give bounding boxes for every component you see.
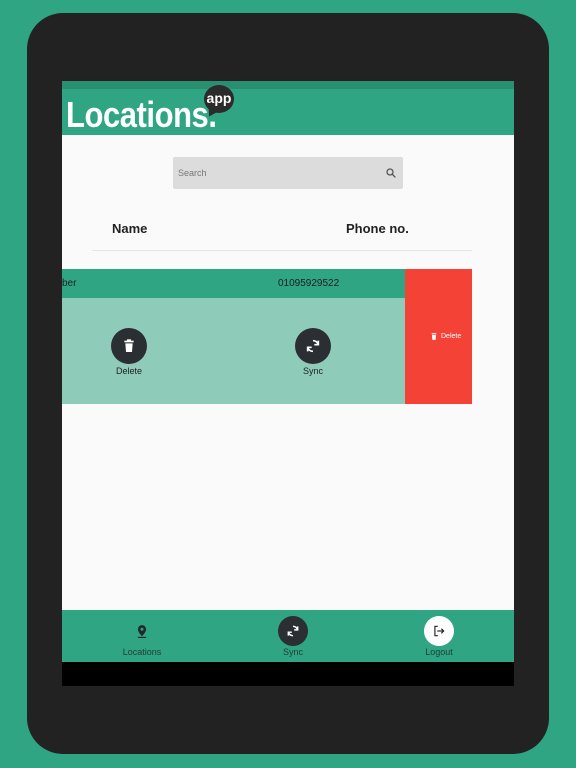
row-name: ber xyxy=(62,278,77,289)
header-divider xyxy=(92,250,472,251)
nav-logout-bubble xyxy=(424,616,454,646)
table-row[interactable]: ber 01095929522 xyxy=(62,269,405,298)
row-sync-label: Sync xyxy=(302,366,323,376)
location-pin-icon xyxy=(137,625,147,638)
nav-item-sync[interactable]: Sync xyxy=(248,610,338,662)
logo-text: Locations. xyxy=(66,94,217,135)
bottom-navigation: Locations Sync Logout xyxy=(62,610,514,662)
search-bar[interactable] xyxy=(173,157,403,189)
row-actions-panel: Delete Sync xyxy=(62,298,405,404)
status-bar xyxy=(62,81,514,89)
row-delete-label: Delete xyxy=(115,366,142,376)
nav-sync-bubble xyxy=(278,616,308,646)
row-sync-button[interactable] xyxy=(295,328,331,364)
column-header-phone: Phone no. xyxy=(346,221,409,236)
nav-sync-label: Sync xyxy=(282,647,303,657)
nav-locations-label: Locations xyxy=(122,647,162,657)
sync-icon xyxy=(306,339,320,353)
search-input[interactable] xyxy=(173,157,378,189)
swipe-delete-label: Delete xyxy=(441,333,462,340)
swipe-delete-button[interactable]: Delete xyxy=(405,269,472,404)
app-logo: Locations. xyxy=(66,95,217,135)
trash-icon xyxy=(431,333,437,340)
sync-icon xyxy=(287,625,299,637)
row-delete-button[interactable] xyxy=(111,328,147,364)
logout-icon xyxy=(434,625,445,637)
logo-badge: app xyxy=(204,85,234,113)
trash-icon xyxy=(124,339,134,352)
app-screen: Locations. app Name Phone no. ber 010959… xyxy=(62,81,514,686)
column-header-name: Name xyxy=(112,221,148,236)
nav-logout-label: Logout xyxy=(425,647,453,657)
app-header: Locations. app xyxy=(62,85,514,135)
nav-locations-bubble xyxy=(127,616,157,646)
system-bar xyxy=(62,662,514,686)
search-icon[interactable] xyxy=(385,167,397,179)
nav-item-locations[interactable]: Locations xyxy=(97,610,187,662)
nav-item-logout[interactable]: Logout xyxy=(394,610,484,662)
row-phone: 01095929522 xyxy=(278,278,340,289)
